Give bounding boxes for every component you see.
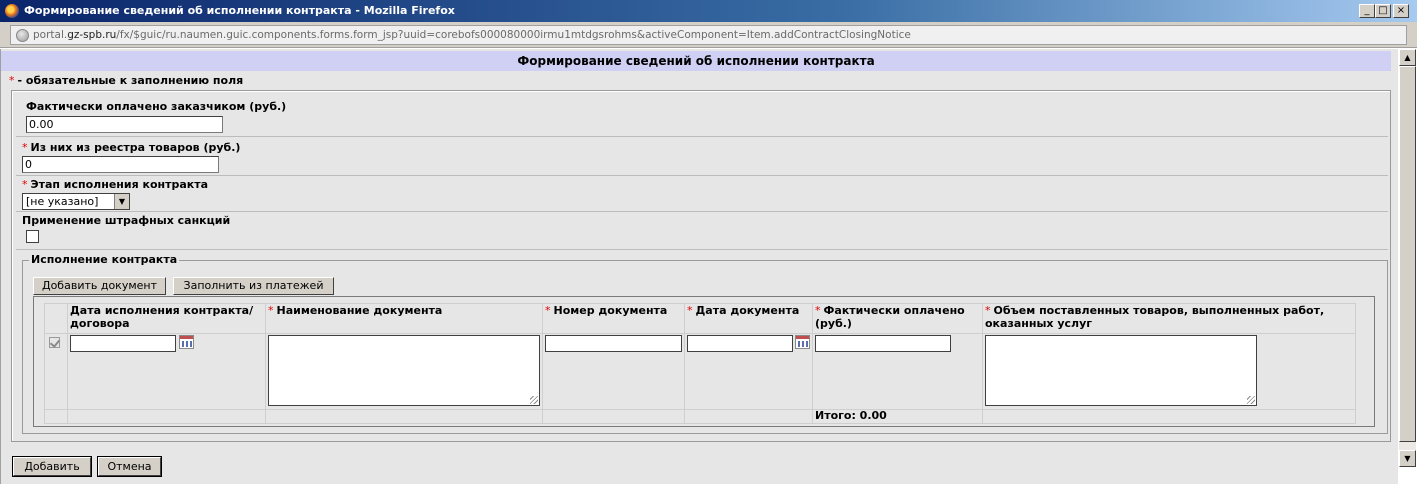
registry-amount-label: * Из них из реестра товаров (руб.) <box>22 141 240 154</box>
required-star: * <box>9 74 15 87</box>
header-cell-select <box>44 303 68 334</box>
document-name-cell <box>265 333 543 410</box>
header-document-date-text: Дата документа <box>695 304 800 317</box>
header-volume-text: Объем поставленных товаров, выполненных … <box>985 304 1325 330</box>
required-star: * <box>687 304 693 317</box>
volume-textarea[interactable] <box>985 335 1257 406</box>
form-content: Формирование сведений об исполнении конт… <box>0 49 1398 484</box>
firefox-icon <box>5 4 19 18</box>
form-title: Формирование сведений об исполнении конт… <box>1 51 1391 71</box>
add-document-button[interactable]: Добавить документ <box>33 277 166 295</box>
paid-by-customer-label: Фактически оплачено заказчиком (руб.) <box>26 100 287 113</box>
url-field[interactable]: portal.gz-spb.ru/fx/$guic/ru.naumen.guic… <box>10 25 1407 45</box>
scroll-down-icon[interactable]: ▼ <box>1399 450 1416 467</box>
window-titlebar: Формирование сведений об исполнении конт… <box>0 0 1417 22</box>
document-number-cell <box>542 333 685 410</box>
divider <box>16 175 1388 176</box>
total-cell <box>67 409 266 424</box>
document-date-cell <box>684 333 813 410</box>
divider <box>16 249 1388 250</box>
paid-cell <box>812 333 983 410</box>
total-paid-value: Итого: 0.00 <box>812 409 983 424</box>
contract-stage-select[interactable]: [не указано] ▼ <box>22 193 130 210</box>
maximize-button[interactable]: □ <box>1375 4 1391 18</box>
required-fields-note: * - обязательные к заполнению поля <box>9 74 243 87</box>
required-note-text: - обязательные к заполнению поля <box>17 74 244 87</box>
header-document-name-text: Наименование документа <box>276 304 443 317</box>
header-cell-document-number: * Номер документа <box>542 303 685 334</box>
contract-execution-legend: Исполнение контракта <box>29 253 180 266</box>
row-checkbox[interactable] <box>49 337 60 348</box>
document-name-textarea[interactable] <box>268 335 540 406</box>
vertical-scrollbar[interactable]: ▲ ▼ <box>1399 49 1416 467</box>
volume-cell <box>982 333 1356 410</box>
calendar-icon[interactable] <box>795 335 810 349</box>
penalty-label: Применение штрафных санкций <box>22 214 231 227</box>
url-text: portal.gz-spb.ru/fx/$guic/ru.naumen.guic… <box>33 29 911 41</box>
table-header-row: Дата исполнения контракта/договора * Наим… <box>44 303 1356 334</box>
row-select-cell <box>44 333 68 410</box>
main-panel: Фактически оплачено заказчиком (руб.) 0.… <box>11 90 1391 442</box>
header-cell-paid: * Фактически оплачено (руб.) <box>812 303 983 334</box>
total-cell <box>44 409 68 424</box>
chevron-down-icon[interactable]: ▼ <box>114 194 129 209</box>
window-title: Формирование сведений об исполнении конт… <box>24 4 455 17</box>
scroll-thumb[interactable] <box>1399 66 1416 442</box>
header-cell-document-date: * Дата документа <box>684 303 813 334</box>
address-bar: portal.gz-spb.ru/fx/$guic/ru.naumen.guic… <box>0 22 1417 48</box>
fill-from-payments-button[interactable]: Заполнить из платежей <box>173 277 334 295</box>
url-domain: gz-spb.ru <box>67 29 117 41</box>
documents-grid: Дата исполнения контракта/договора * Наим… <box>33 296 1375 427</box>
total-cell <box>684 409 813 424</box>
total-cell <box>982 409 1356 424</box>
execution-date-input[interactable] <box>70 335 176 352</box>
required-star: * <box>985 304 991 317</box>
registry-amount-input[interactable]: 0 <box>22 156 219 173</box>
resize-grip-icon[interactable] <box>1247 396 1255 404</box>
paid-input[interactable] <box>815 335 951 352</box>
total-cell <box>542 409 685 424</box>
close-button[interactable]: × <box>1393 4 1409 18</box>
execution-date-cell <box>67 333 266 410</box>
contract-stage-label: * Этап исполнения контракта <box>22 178 208 191</box>
document-date-input[interactable] <box>687 335 793 352</box>
documents-table: Дата исполнения контракта/договора * Наим… <box>44 303 1356 424</box>
header-paid-text: Фактически оплачено (руб.) <box>815 304 965 330</box>
total-cell <box>265 409 543 424</box>
calendar-icon[interactable] <box>179 335 194 349</box>
minimize-button[interactable]: _ <box>1359 4 1375 18</box>
required-star: * <box>22 178 28 191</box>
penalty-checkbox[interactable] <box>26 230 39 243</box>
header-cell-document-name: * Наименование документа <box>265 303 543 334</box>
required-star: * <box>268 304 274 317</box>
table-total-row: Итого: 0.00 <box>44 409 1356 424</box>
url-prefix: portal. <box>33 29 68 41</box>
contract-stage-value: [не указано] <box>26 195 99 208</box>
document-number-input[interactable] <box>545 335 682 352</box>
header-cell-execution-date: Дата исполнения контракта/договора <box>67 303 266 334</box>
divider <box>16 136 1388 137</box>
paid-by-customer-input[interactable]: 0.00 <box>26 116 223 133</box>
bottom-strip <box>0 484 1417 489</box>
contract-execution-fieldset: Исполнение контракта Добавить документ З… <box>22 253 1388 434</box>
required-star: * <box>815 304 821 317</box>
required-star: * <box>545 304 551 317</box>
registry-amount-label-text: Из них из реестра товаров (руб.) <box>30 141 241 154</box>
resize-grip-icon[interactable] <box>530 396 538 404</box>
add-button[interactable]: Добавить <box>12 456 92 477</box>
header-cell-volume: * Объем поставленных товаров, выполненных… <box>982 303 1356 334</box>
divider <box>16 211 1388 212</box>
scroll-up-icon[interactable]: ▲ <box>1399 49 1416 66</box>
header-document-number-text: Номер документа <box>553 304 668 317</box>
contract-stage-label-text: Этап исполнения контракта <box>30 178 209 191</box>
cancel-button[interactable]: Отмена <box>97 456 162 477</box>
globe-icon <box>16 29 29 42</box>
table-row <box>44 333 1356 410</box>
url-path: /fx/$guic/ru.naumen.guic.components.form… <box>116 29 911 41</box>
required-star: * <box>22 141 28 154</box>
